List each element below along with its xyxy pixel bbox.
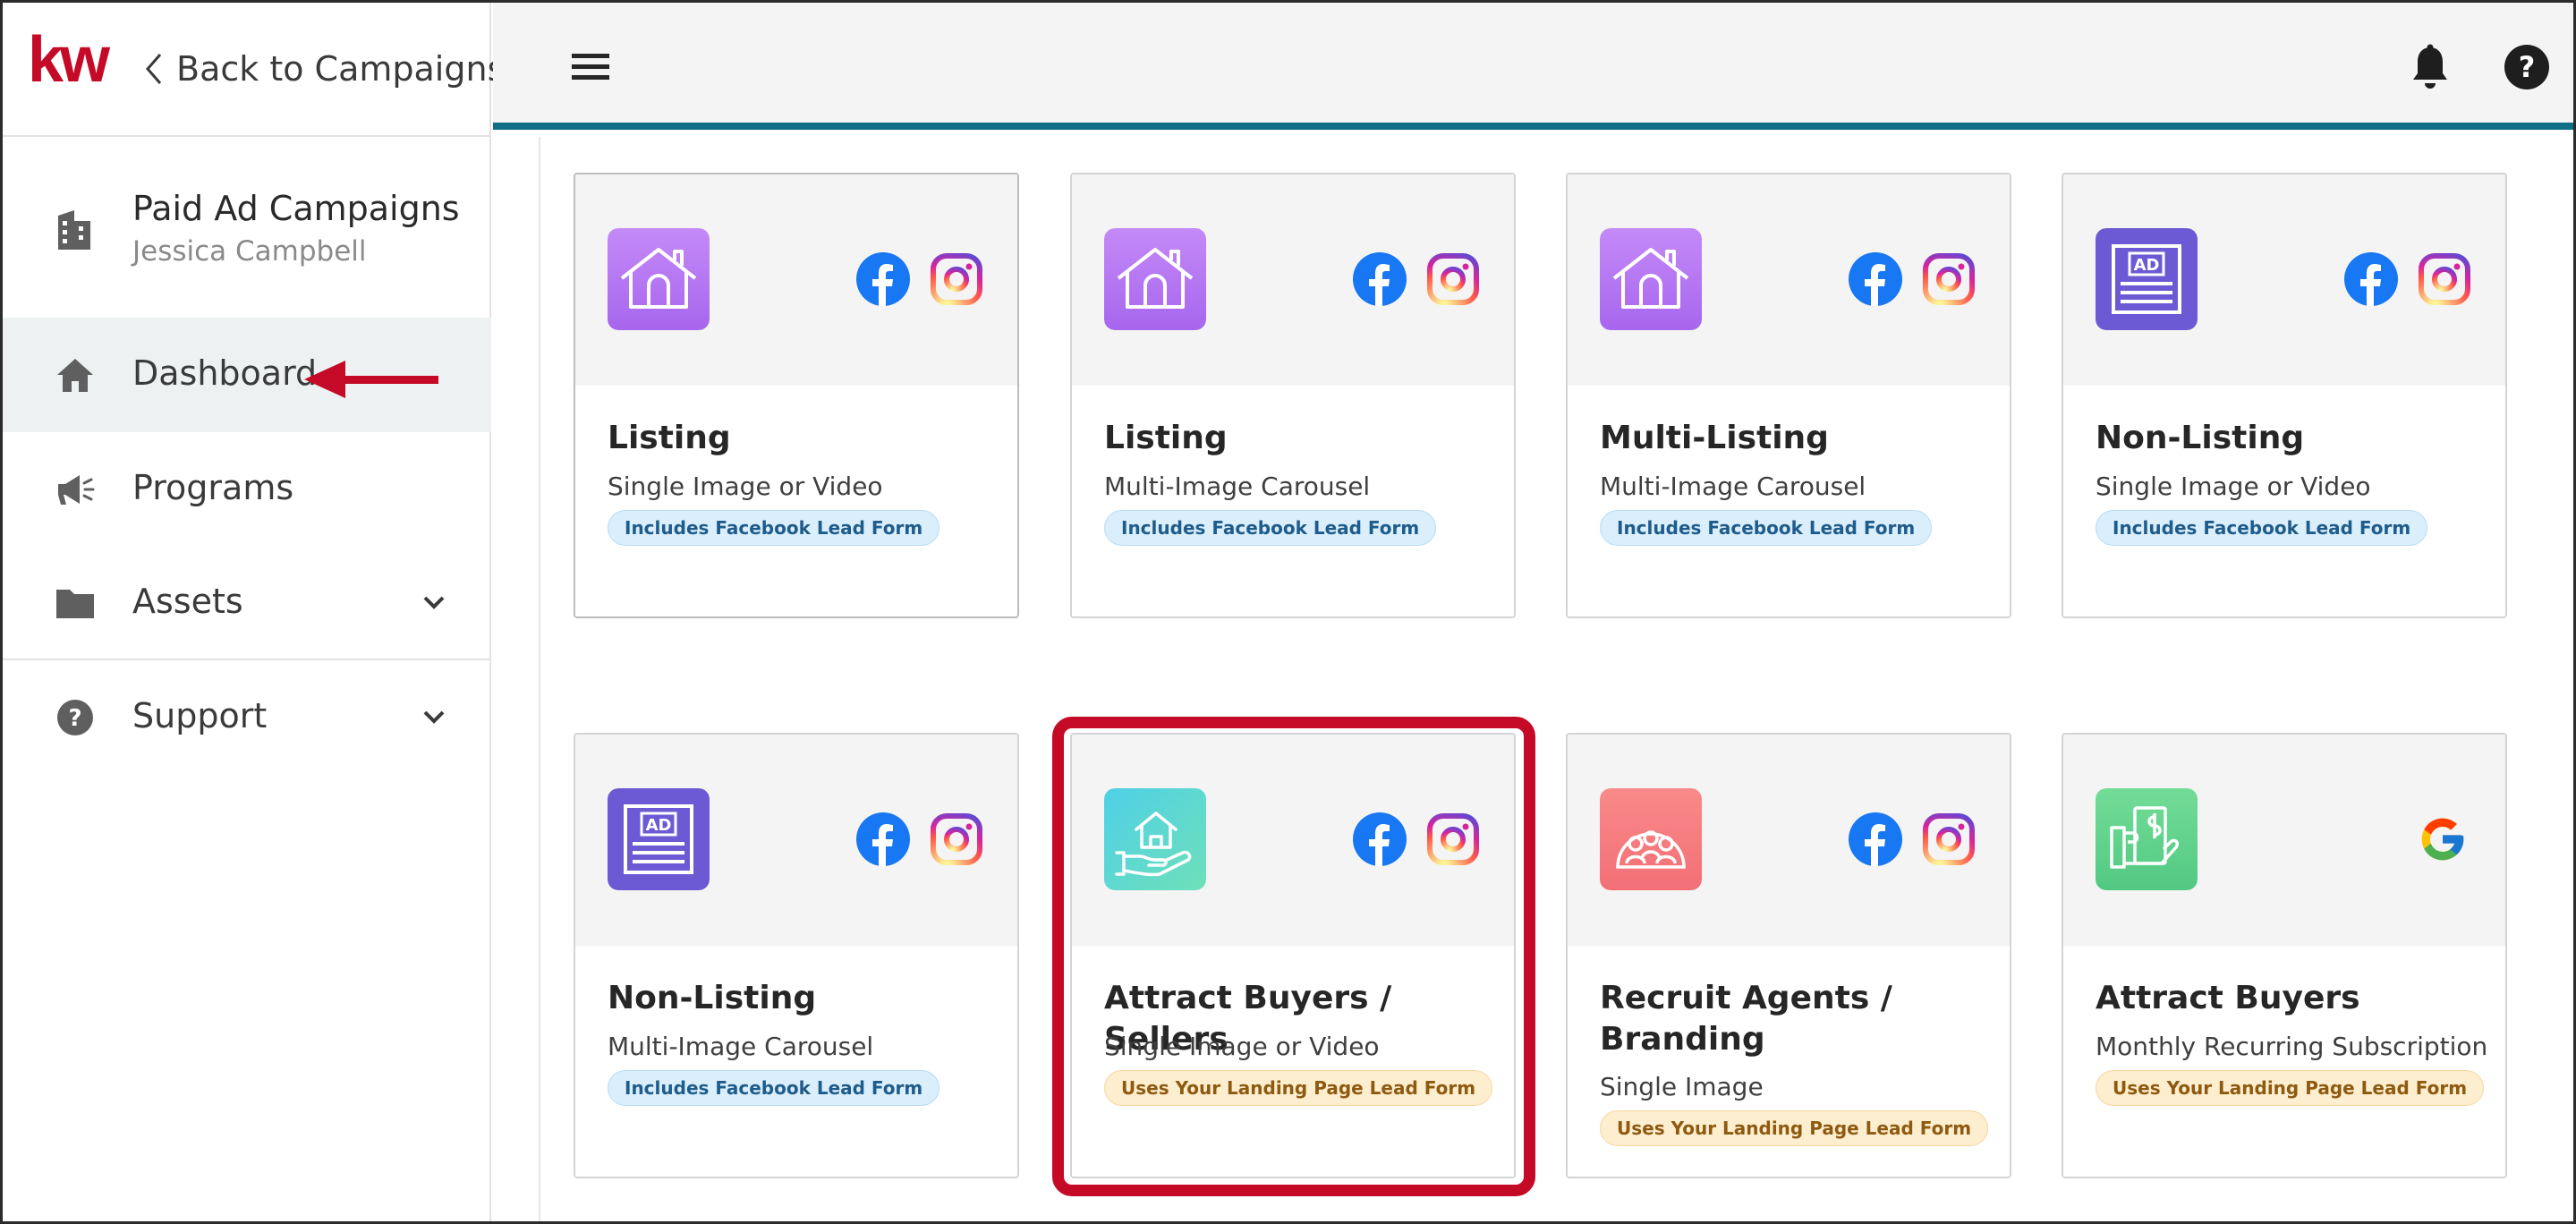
sidebar-item-assets[interactable]: Assets — [3, 546, 491, 660]
house-icon — [1600, 228, 1702, 330]
sidebar-item-label: Dashboard — [132, 353, 318, 393]
instagram-icon — [1923, 813, 1975, 865]
help-circle-icon: ? — [57, 700, 93, 735]
home-icon — [57, 359, 93, 392]
house-icon — [1104, 228, 1206, 330]
lead-form-badge: Includes Facebook Lead Form — [608, 1070, 940, 1106]
sidebar-item-support[interactable]: ? Support — [3, 660, 491, 775]
house-icon — [608, 228, 710, 330]
card-title: Recruit Agents / Branding — [1600, 980, 1892, 1058]
help-icon[interactable]: ? — [2503, 43, 2551, 91]
facebook-icon — [1849, 252, 1902, 306]
card-header — [575, 174, 1017, 386]
lead-form-badge: Uses Your Landing Page Lead Form — [1104, 1070, 1493, 1106]
card-subtitle: Monthly Recurring Subscription — [2096, 1032, 2488, 1061]
campaign-card-non-listing-single[interactable]: AD Non-Listing Single Image or Video Inc… — [2062, 173, 2507, 618]
card-title: Non-Listing — [608, 980, 817, 1016]
svg-text:?: ? — [68, 705, 81, 732]
account-section: Paid Ad Campaigns Jessica Campbell — [3, 137, 491, 318]
sidebar-item-label: Support — [132, 696, 268, 735]
facebook-icon — [1849, 812, 1902, 866]
card-subtitle: Single Image or Video — [1104, 1032, 1380, 1061]
card-header: AD — [575, 735, 1017, 946]
sidebar-header: kw Back to Campaigns — [3, 3, 505, 137]
facebook-icon — [856, 812, 910, 866]
campaign-card-attract-buyers-sellers[interactable]: Attract Buyers / Sellers Single Image or… — [1070, 733, 1516, 1178]
card-title: Attract Buyers — [2096, 980, 2360, 1016]
building-icon — [58, 210, 90, 250]
card-title: Listing — [1104, 420, 1228, 456]
ad-icon: AD — [608, 788, 710, 890]
lead-form-badge: Includes Facebook Lead Form — [608, 510, 940, 546]
instagram-icon — [931, 253, 982, 305]
sidebar-item-label: Assets — [132, 582, 243, 621]
campaign-card-attract-buyers-subscription[interactable]: Attract Buyers Monthly Recurring Subscri… — [2062, 733, 2507, 1178]
card-header — [1072, 174, 1514, 386]
back-to-campaigns-label: Back to Campaigns — [176, 49, 506, 89]
campaign-card-listing-carousel[interactable]: Listing Multi-Image Carousel Includes Fa… — [1070, 173, 1516, 618]
sidebar-item-label: Programs — [132, 468, 294, 507]
kw-logo[interactable]: kw — [26, 28, 124, 99]
svg-text:kw: kw — [28, 28, 111, 96]
card-subtitle: Multi-Image Carousel — [608, 1032, 874, 1061]
card-title: Multi-Listing — [1600, 420, 1829, 456]
chevron-down-icon[interactable] — [420, 705, 448, 728]
lead-form-badge: Uses Your Landing Page Lead Form — [1600, 1110, 1989, 1146]
card-header — [1072, 735, 1514, 946]
campaign-card-listing-single[interactable]: Listing Single Image or Video Includes F… — [574, 173, 1019, 618]
account-title: Paid Ad Campaigns — [132, 189, 460, 228]
ad-icon: AD — [2096, 228, 2198, 330]
card-header — [1568, 174, 2010, 386]
lead-form-badge: Uses Your Landing Page Lead Form — [2096, 1070, 2485, 1106]
svg-text:AD: AD — [646, 816, 672, 835]
card-subtitle: Single Image or Video — [608, 472, 883, 501]
facebook-icon — [856, 252, 910, 306]
chevron-left-icon — [146, 54, 162, 84]
lead-form-badge: Includes Facebook Lead Form — [1600, 510, 1933, 546]
card-title: Non-Listing — [2096, 420, 2305, 456]
annotation-arrow-icon — [304, 361, 438, 398]
folder-icon — [56, 590, 94, 618]
instagram-icon — [2419, 253, 2470, 305]
house-in-hand-icon — [1104, 788, 1206, 890]
sidebar: kw Back to Campaigns Paid Ad Campaigns J… — [3, 3, 505, 1221]
content-divider — [539, 137, 540, 1221]
hamburger-menu-icon[interactable] — [570, 50, 611, 84]
notification-bell-icon[interactable] — [2410, 44, 2450, 90]
lead-form-badge: Includes Facebook Lead Form — [2096, 510, 2428, 546]
facebook-icon — [1353, 252, 1407, 306]
facebook-icon — [2344, 252, 2398, 306]
svg-text:?: ? — [2519, 50, 2536, 84]
instagram-icon — [1427, 253, 1479, 305]
instagram-icon — [1427, 813, 1479, 865]
chevron-down-icon[interactable] — [420, 591, 448, 614]
card-subtitle: Multi-Image Carousel — [1104, 472, 1371, 501]
svg-text:AD: AD — [2134, 256, 2160, 275]
instagram-icon — [1923, 253, 1975, 305]
google-icon — [2421, 818, 2464, 861]
campaign-card-multi-listing[interactable]: Multi-Listing Multi-Image Carousel Inclu… — [1566, 173, 2011, 618]
lead-form-badge: Includes Facebook Lead Form — [1104, 510, 1437, 546]
money-hand-icon — [2096, 788, 2198, 890]
megaphone-icon — [58, 475, 95, 505]
facebook-icon — [1353, 812, 1407, 866]
card-header — [1568, 735, 2010, 946]
card-subtitle: Single Image or Video — [2096, 472, 2371, 501]
campaign-card-non-listing-carousel[interactable]: AD Non-Listing Multi-Image Carousel Incl… — [574, 733, 1019, 1178]
campaign-card-recruit-agents-branding[interactable]: Recruit Agents / Branding Single Image U… — [1566, 733, 2011, 1178]
group-icon — [1600, 788, 1702, 890]
account-owner-name: Jessica Campbell — [132, 235, 367, 268]
back-to-campaigns-link[interactable]: Back to Campaigns — [144, 49, 505, 89]
card-subtitle: Multi-Image Carousel — [1600, 472, 1866, 501]
sidebar-item-programs[interactable]: Programs — [3, 432, 491, 547]
instagram-icon — [931, 813, 982, 865]
card-header — [2063, 735, 2505, 946]
card-subtitle: Single Image — [1600, 1072, 1764, 1101]
card-header: AD — [2063, 174, 2505, 386]
topbar: ? — [493, 3, 2573, 130]
card-title: Listing — [608, 420, 731, 456]
